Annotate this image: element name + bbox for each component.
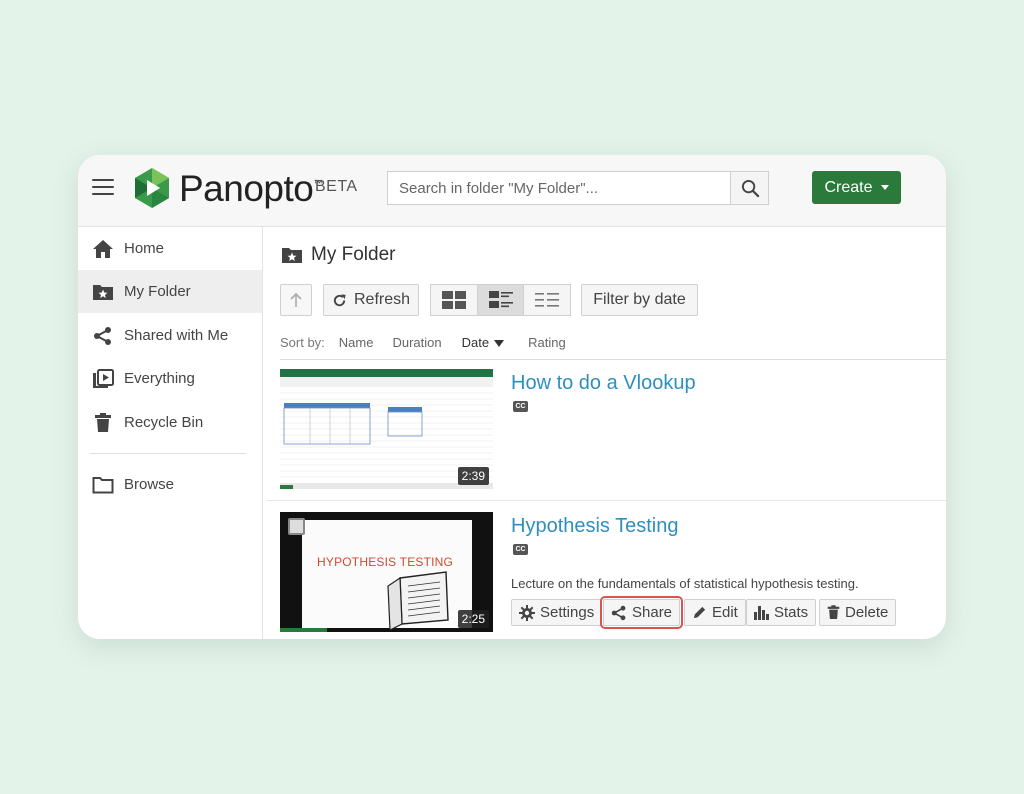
session-thumbnail[interactable]: 2:39 xyxy=(280,369,493,489)
panopto-window: Panopto™ BETA Create Home My Folder xyxy=(78,155,946,639)
share-icon xyxy=(611,605,626,620)
trash-icon xyxy=(827,605,840,619)
refresh-icon xyxy=(333,293,346,306)
sidebar-item-recycle-bin[interactable]: Recycle Bin xyxy=(78,401,262,444)
delete-button[interactable]: Delete xyxy=(819,599,897,626)
detail-view-icon xyxy=(488,291,513,308)
edit-label: Edit xyxy=(712,604,738,621)
session-description: Lecture on the fundamentals of statistic… xyxy=(511,576,859,591)
up-folder-button[interactable] xyxy=(280,284,312,316)
thumbnail-caption: HYPOTHESIS TESTING xyxy=(317,555,454,569)
watch-progress-bar xyxy=(280,628,327,632)
row-divider xyxy=(266,500,946,501)
filter-label: Filter by date xyxy=(593,291,686,308)
sidebar-item-label: Browse xyxy=(124,476,175,493)
app-logo-text: Panopto™ xyxy=(179,168,322,209)
search-button[interactable] xyxy=(730,171,769,205)
sort-by-name[interactable]: Name xyxy=(339,335,374,350)
gear-icon xyxy=(519,604,535,621)
video-library-icon xyxy=(92,368,114,390)
sort-bar: Sort by: Name Duration Date Rating xyxy=(280,335,566,350)
session-title-link[interactable]: How to do a Vlookup xyxy=(511,372,696,395)
hamburger-menu-icon[interactable] xyxy=(92,179,114,197)
list-view-button[interactable] xyxy=(524,285,570,315)
caret-down-icon xyxy=(880,185,889,190)
duration-badge: 2:25 xyxy=(457,610,489,628)
stats-button[interactable]: Stats xyxy=(746,599,817,626)
sidebar-item-label: Everything xyxy=(124,370,195,387)
view-mode-toggle xyxy=(430,284,571,316)
sidebar-item-everything[interactable]: Everything xyxy=(78,357,262,400)
page-title: My Folder xyxy=(281,244,395,266)
sidebar-item-shared[interactable]: Shared with Me xyxy=(78,314,262,357)
grid-view-button[interactable] xyxy=(431,285,478,315)
sort-label: Sort by: xyxy=(280,335,325,350)
refresh-label: Refresh xyxy=(353,291,411,308)
panopto-logo-icon xyxy=(135,168,169,208)
session-thumbnail[interactable]: HYPOTHESIS TESTING 2:25 xyxy=(280,512,493,632)
sidebar-item-label: Home xyxy=(124,240,165,257)
stats-label: Stats xyxy=(774,604,809,621)
sidebar-item-label: My Folder xyxy=(124,283,191,300)
trash-icon xyxy=(92,412,114,434)
detail-view-button[interactable] xyxy=(477,285,525,315)
sort-divider xyxy=(280,359,946,360)
duration-badge: 2:39 xyxy=(457,467,489,485)
sort-by-rating[interactable]: Rating xyxy=(528,335,566,350)
starred-folder-icon xyxy=(92,281,114,303)
sidebar-divider xyxy=(90,453,246,454)
share-label: Share xyxy=(632,604,673,621)
refresh-button[interactable]: Refresh xyxy=(323,284,419,316)
pencil-icon xyxy=(693,606,706,619)
list-view-icon xyxy=(535,293,560,307)
sidebar-item-label: Recycle Bin xyxy=(124,414,204,431)
settings-button[interactable]: Settings xyxy=(511,599,603,626)
share-button[interactable]: Share xyxy=(599,596,684,629)
session-row: HYPOTHESIS TESTING 2:25 Hypothesis Testi… xyxy=(266,512,946,639)
sort-descending-icon xyxy=(494,340,505,348)
delete-label: Delete xyxy=(845,604,889,621)
closed-captions-icon: CC xyxy=(513,401,528,412)
search-icon xyxy=(741,179,760,198)
folder-icon xyxy=(92,474,114,496)
filter-by-date-button[interactable]: Filter by date xyxy=(581,284,698,316)
beta-badge: BETA xyxy=(315,178,358,195)
top-header: Panopto™ BETA Create xyxy=(78,155,946,227)
watch-progress-bar xyxy=(280,485,293,489)
starred-folder-icon xyxy=(282,248,302,263)
sidebar-item-home[interactable]: Home xyxy=(78,227,262,270)
sidebar-item-my-folder[interactable]: My Folder xyxy=(78,270,262,313)
sidebar: Home My Folder Shared with Me Everything… xyxy=(78,227,263,639)
arrow-up-icon xyxy=(290,292,302,307)
sort-date-label: Date xyxy=(461,335,490,350)
edit-button[interactable]: Edit xyxy=(684,599,746,626)
create-button[interactable]: Create xyxy=(812,171,901,204)
main-content: My Folder Refresh Filter by date Sort by… xyxy=(264,227,946,639)
create-label: Create xyxy=(824,178,873,196)
grid-view-icon xyxy=(441,291,466,309)
share-icon xyxy=(92,325,114,347)
folder-title-text: My Folder xyxy=(311,244,396,265)
settings-label: Settings xyxy=(540,604,595,621)
session-title-link[interactable]: Hypothesis Testing xyxy=(511,515,679,538)
bar-chart-icon xyxy=(754,605,769,620)
sidebar-item-browse[interactable]: Browse xyxy=(78,463,262,506)
sort-by-duration[interactable]: Duration xyxy=(392,335,441,350)
select-checkbox[interactable] xyxy=(288,518,305,535)
session-row: 2:39 How to do a Vlookup CC xyxy=(266,369,946,497)
closed-captions-icon: CC xyxy=(513,544,528,555)
sort-by-date[interactable]: Date xyxy=(461,335,505,350)
sidebar-item-label: Shared with Me xyxy=(124,327,229,344)
home-icon xyxy=(92,238,114,260)
search-input[interactable] xyxy=(387,171,731,205)
